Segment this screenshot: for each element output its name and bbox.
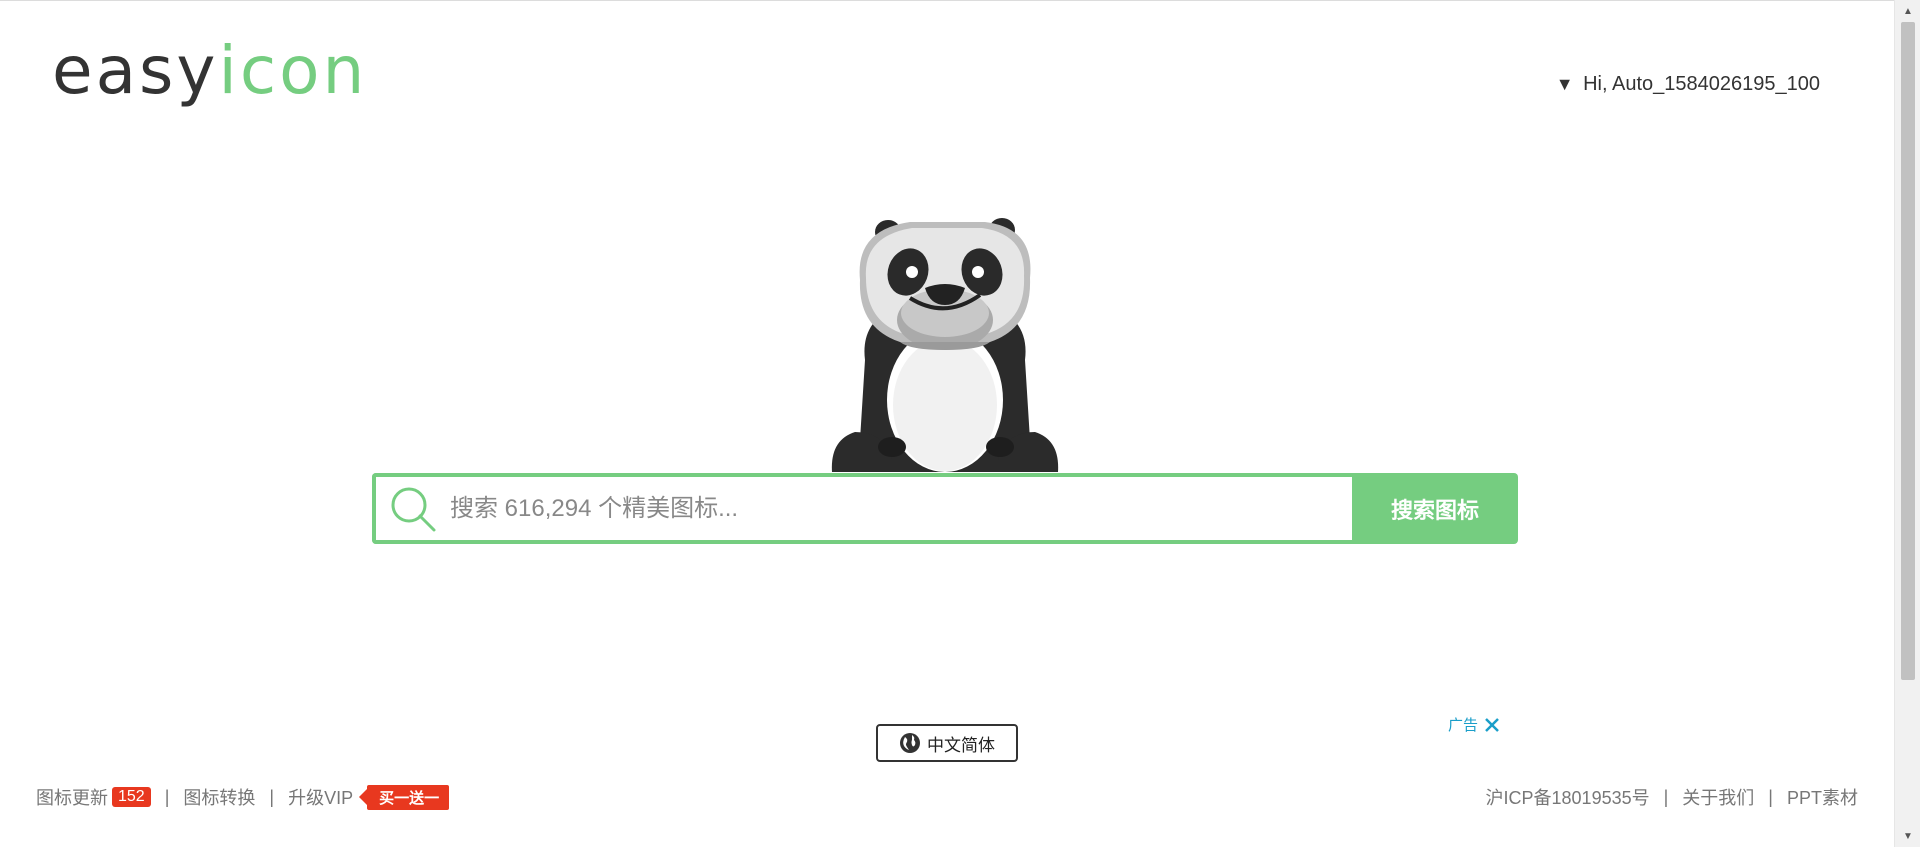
- globe-icon: [900, 733, 920, 753]
- footer-separator: |: [164, 786, 170, 807]
- search-button[interactable]: 搜索图标: [1352, 473, 1518, 544]
- footer-separator: |: [1663, 786, 1669, 807]
- scroll-down-arrow-icon[interactable]: ▼: [1895, 827, 1920, 845]
- footer-left: 图标更新 152 | 图标转换 | 升级VIP 买一送一: [36, 784, 450, 810]
- search-box[interactable]: [372, 473, 1352, 544]
- search-input[interactable]: [442, 477, 1352, 540]
- language-button[interactable]: 中文简体: [876, 724, 1018, 762]
- footer-link-about[interactable]: 关于我们: [1682, 784, 1754, 810]
- vertical-scrollbar[interactable]: ▲ ▼: [1894, 0, 1920, 847]
- footer-separator: |: [1768, 786, 1773, 807]
- scrollbar-thumb[interactable]: [1901, 22, 1915, 680]
- language-label: 中文简体: [927, 735, 995, 755]
- footer-separator: |: [269, 786, 275, 807]
- top-border: [0, 0, 1894, 1]
- ad-label: 广告: [1448, 714, 1500, 735]
- promo-badge: 买一送一: [367, 784, 450, 810]
- footer-link-ppt[interactable]: PPT素材: [1787, 784, 1858, 810]
- panda-mascot: [831, 218, 1059, 472]
- ad-label-text: 广告: [1447, 717, 1478, 734]
- scroll-up-arrow-icon[interactable]: ▲: [1895, 2, 1920, 20]
- updates-count-badge: 152: [112, 787, 151, 807]
- close-icon[interactable]: [1484, 717, 1500, 733]
- site-logo[interactable]: easyicon: [52, 38, 367, 104]
- user-menu[interactable]: ▼ Hi, Auto_1584026195_100: [1556, 73, 1820, 96]
- footer-right: 沪ICP备18019535号 | 关于我们 | PPT素材: [1486, 784, 1858, 810]
- footer-link-convert[interactable]: 图标转换: [183, 784, 255, 810]
- logo-easy: easy: [52, 32, 219, 109]
- user-greeting: Hi, Auto_1584026195_100: [1583, 73, 1820, 95]
- footer-link-icp[interactable]: 沪ICP备18019535号: [1486, 784, 1650, 810]
- footer-link-vip[interactable]: 升级VIP: [288, 784, 353, 810]
- logo-icon-text: icon: [218, 32, 368, 109]
- search-bar: 搜索图标: [372, 473, 1518, 544]
- caret-down-icon: ▼: [1555, 74, 1574, 94]
- ad-area: 广告: [1120, 710, 1500, 847]
- footer-link-updates[interactable]: 图标更新: [36, 784, 108, 810]
- search-icon: [384, 480, 442, 538]
